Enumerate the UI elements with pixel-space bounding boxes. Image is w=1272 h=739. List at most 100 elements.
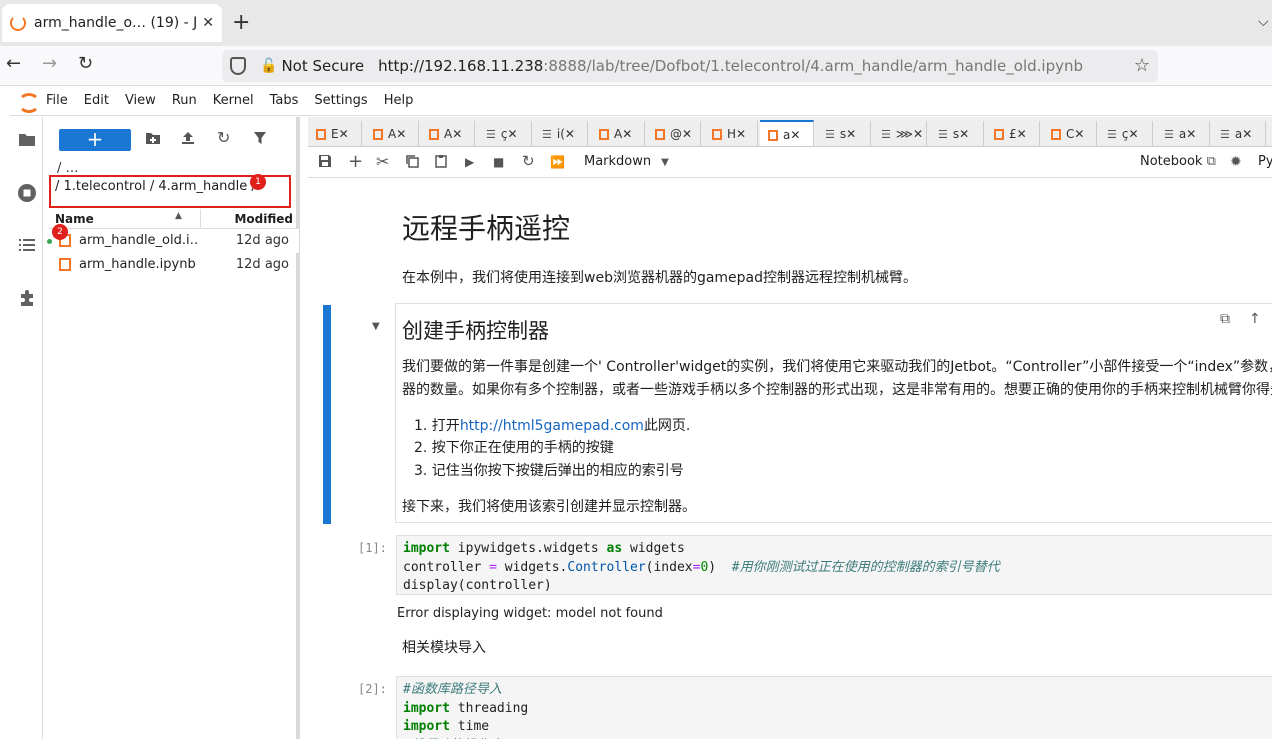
refresh-icon[interactable]: ↻ bbox=[217, 128, 230, 147]
doc-tab-label: i(✕ bbox=[556, 127, 575, 141]
kernel-name[interactable]: Py bbox=[1258, 154, 1272, 169]
doc-tab-label: £✕ bbox=[1009, 127, 1027, 141]
menu-kernel[interactable]: Kernel bbox=[213, 93, 254, 108]
breadcrumb-root[interactable]: / … bbox=[57, 161, 79, 176]
run-icon[interactable]: ▶ bbox=[465, 155, 474, 169]
text-file-tab-icon: ☰ bbox=[542, 127, 552, 141]
jupyter-favicon-icon bbox=[10, 15, 26, 31]
file-name[interactable]: arm_handle_old.i… bbox=[79, 233, 197, 248]
text-file-tab-icon: ☰ bbox=[486, 127, 496, 141]
restart-icon[interactable]: ↻ bbox=[522, 152, 535, 170]
restart-run-all-icon[interactable]: ⏩ bbox=[550, 155, 565, 169]
doc-tab[interactable]: ☰ ç✕ bbox=[478, 121, 532, 146]
paste-icon[interactable] bbox=[434, 154, 448, 172]
upload-icon[interactable] bbox=[181, 131, 195, 149]
filter-icon[interactable] bbox=[253, 131, 267, 149]
notebook-tab-icon bbox=[373, 128, 383, 140]
collapse-heading-icon[interactable]: ▼ bbox=[372, 321, 380, 332]
menu-run[interactable]: Run bbox=[172, 93, 197, 108]
text-file-tab-icon: ☰ bbox=[1220, 127, 1230, 141]
duplicate-cell-icon[interactable]: ⧉ bbox=[1220, 311, 1230, 327]
menu-view[interactable]: View bbox=[125, 93, 156, 108]
file-row[interactable]: arm_handle_old.i… 12d ago bbox=[47, 229, 299, 253]
doc-tab[interactable]: ☰ ⋙✕ bbox=[873, 121, 927, 146]
cut-icon[interactable]: ✂ bbox=[376, 152, 389, 171]
active-cell-indicator[interactable] bbox=[323, 305, 331, 524]
table-of-contents-icon[interactable] bbox=[17, 237, 37, 257]
doc-tab[interactable]: C✕ bbox=[1043, 121, 1097, 146]
open-notebook-button[interactable]: Notebook ⧉ bbox=[1140, 154, 1216, 169]
new-launcher-button[interactable]: + bbox=[59, 129, 131, 151]
browser-tab-active[interactable]: arm_handle_o… (19) - Ju ✕ bbox=[2, 4, 222, 42]
doc-tab[interactable]: ☰ s✕ bbox=[817, 121, 871, 146]
address-bar[interactable]: 🔓 Not Secure http://192.168.11.238:8888/… bbox=[222, 50, 1158, 82]
file-modified: 12d ago bbox=[235, 233, 289, 248]
cell-type-value: Markdown bbox=[584, 154, 652, 169]
folder-icon[interactable] bbox=[17, 131, 37, 151]
doc-tab[interactable]: E✕ bbox=[308, 121, 362, 146]
close-tab-icon[interactable]: ✕ bbox=[202, 15, 214, 31]
doc-tab[interactable]: ☰ i(✕ bbox=[534, 121, 588, 146]
sort-ascending-icon[interactable]: ▲ bbox=[175, 211, 182, 221]
doc-tab[interactable]: A✕ bbox=[591, 121, 645, 146]
file-browser-panel: + ↻ / … / 1.telecontrol / 4.arm_handle /… bbox=[43, 117, 300, 739]
browser-nav-bar: ← → ↻ 🔓 Not Secure http://192.168.11.238… bbox=[0, 46, 1272, 86]
body-paragraph: 接下来，我们将使用该索引创建并显示控制器。 bbox=[402, 499, 696, 515]
menu-settings[interactable]: Settings bbox=[314, 93, 367, 108]
insecure-lock-icon[interactable]: 🔓 bbox=[260, 58, 277, 74]
not-secure-label[interactable]: Not Secure bbox=[281, 57, 364, 75]
notebook-tab-icon bbox=[994, 128, 1004, 140]
tab-list-chevron-icon[interactable]: ⌵ bbox=[1258, 14, 1269, 30]
menu-edit[interactable]: Edit bbox=[84, 93, 109, 108]
column-modified-header[interactable]: Modified bbox=[234, 212, 293, 226]
url-text[interactable]: http://192.168.11.238:8888/lab/tree/Dofb… bbox=[378, 57, 1083, 75]
notebook-tab-icon bbox=[429, 128, 439, 140]
code-cell[interactable]: import ipywidgets.widgets as widgets con… bbox=[396, 535, 1272, 595]
doc-tab[interactable]: H✕ bbox=[704, 121, 758, 146]
doc-tab-label: s✕ bbox=[839, 127, 857, 141]
code-cell[interactable]: #函数库路径导入 import threading import time #线… bbox=[396, 676, 1272, 739]
move-up-icon[interactable]: ↑ bbox=[1249, 311, 1261, 327]
forward-button[interactable]: → bbox=[42, 54, 57, 74]
menu-tabs[interactable]: Tabs bbox=[270, 93, 299, 108]
reload-button[interactable]: ↻ bbox=[78, 54, 93, 74]
doc-tab-label: A✕ bbox=[388, 127, 407, 141]
doc-tab[interactable]: ☰ ç✕ bbox=[1099, 121, 1153, 146]
menu-help[interactable]: Help bbox=[384, 93, 414, 108]
running-stop-icon[interactable] bbox=[17, 183, 37, 203]
doc-tab-label: a✕ bbox=[783, 128, 801, 142]
new-tab-button[interactable]: + bbox=[232, 12, 250, 34]
stop-icon[interactable]: ■ bbox=[493, 155, 504, 169]
notebook-title: 远程手柄遥控 bbox=[402, 212, 571, 245]
file-modified: 12d ago bbox=[235, 257, 289, 272]
file-list-header: Name ▲ Modified bbox=[49, 209, 299, 229]
save-icon[interactable] bbox=[318, 154, 332, 172]
cell-type-select[interactable]: Markdown ▼ bbox=[584, 154, 669, 169]
doc-tab[interactable]: ☰ a✕ bbox=[1156, 121, 1210, 146]
insert-cell-icon[interactable]: + bbox=[348, 151, 363, 172]
debugger-bug-icon[interactable]: ✹ bbox=[1230, 154, 1242, 170]
file-row[interactable]: arm_handle.ipynb 12d ago bbox=[49, 253, 299, 277]
file-name[interactable]: arm_handle.ipynb bbox=[79, 257, 197, 272]
gamepad-link[interactable]: http://html5gamepad.com bbox=[460, 418, 644, 434]
doc-tab[interactable]: A✕ bbox=[365, 121, 419, 146]
bookmark-star-icon[interactable]: ☆ bbox=[1134, 55, 1150, 76]
browser-tab-strip: arm_handle_o… (19) - Ju ✕ + ⌵ bbox=[0, 0, 1272, 46]
extension-puzzle-icon[interactable] bbox=[17, 289, 37, 309]
doc-tab[interactable]: £✕ bbox=[986, 121, 1040, 146]
doc-tab[interactable]: @✕ bbox=[647, 121, 701, 146]
back-button[interactable]: ← bbox=[6, 54, 21, 74]
tracking-shield-icon[interactable] bbox=[230, 57, 246, 75]
notebook-file-icon bbox=[59, 258, 71, 271]
doc-tab[interactable]: A✕ bbox=[421, 121, 475, 146]
text-file-tab-icon: ☰ bbox=[825, 127, 835, 141]
doc-tab[interactable]: ☰ s✕ bbox=[930, 121, 984, 146]
copy-icon[interactable] bbox=[405, 154, 419, 172]
new-folder-icon[interactable] bbox=[145, 131, 161, 149]
doc-tab[interactable]: ☰ a✕ bbox=[1212, 121, 1266, 146]
column-divider[interactable] bbox=[200, 209, 201, 228]
doc-tab-active[interactable]: a✕ bbox=[760, 120, 814, 146]
menu-file[interactable]: File bbox=[46, 93, 68, 108]
text-file-tab-icon: ☰ bbox=[1164, 127, 1174, 141]
notebook-toolbar: + ✂ ▶ ■ ↻ ⏩ Markdown ▼ Notebook ⧉ ✹ Py bbox=[308, 148, 1272, 178]
